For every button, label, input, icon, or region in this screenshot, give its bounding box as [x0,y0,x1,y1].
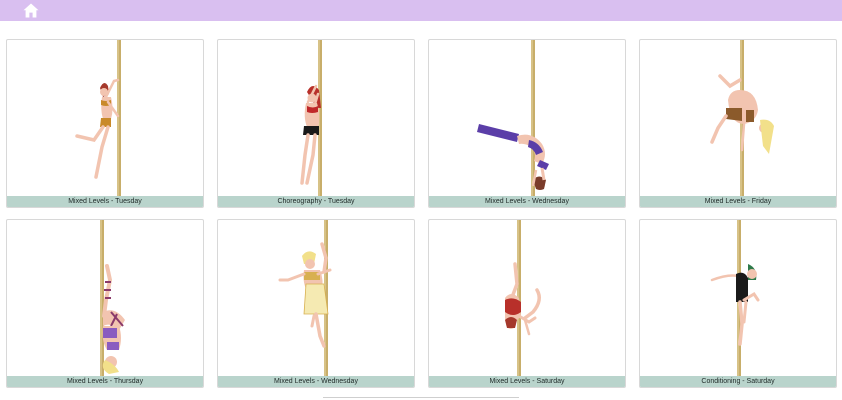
top-bar [0,0,842,21]
home-icon[interactable] [23,3,39,18]
pole-dancer-illustration [477,40,549,196]
class-card-mixed-levels-wednesday-2[interactable]: Mixed Levels - Wednesday [217,219,415,388]
divider [323,397,519,398]
class-card-conditioning-saturday[interactable]: Conditioning - Saturday [639,219,837,388]
class-caption: Mixed Levels - Wednesday [429,196,625,207]
pole-dancer-illustration [300,40,322,196]
class-caption: Conditioning - Saturday [640,376,836,387]
pole-dancer-illustration [100,220,125,376]
pole-dancer-illustration [278,220,332,376]
class-caption: Mixed Levels - Wednesday [218,376,414,387]
class-card-mixed-levels-thursday[interactable]: Mixed Levels - Thursday [6,219,204,388]
class-card-mixed-levels-tuesday[interactable]: Mixed Levels - Tuesday [6,39,204,208]
pole-dancer-illustration [75,40,121,196]
class-card-mixed-levels-friday[interactable]: Mixed Levels - Friday [639,39,837,208]
pole-dancer-illustration [710,220,760,376]
pole-dancer-illustration [505,220,541,376]
class-card-mixed-levels-wednesday[interactable]: Mixed Levels - Wednesday [428,39,626,208]
class-caption: Mixed Levels - Friday [640,196,836,207]
class-card-mixed-levels-saturday[interactable]: Mixed Levels - Saturday [428,219,626,388]
class-caption: Mixed Levels - Thursday [7,376,203,387]
class-caption: Mixed Levels - Saturday [429,376,625,387]
class-card-choreography-tuesday[interactable]: Choreography - Tuesday [217,39,415,208]
pole-dancer-illustration [710,40,774,196]
class-caption: Choreography - Tuesday [218,196,414,207]
class-caption: Mixed Levels - Tuesday [7,196,203,207]
